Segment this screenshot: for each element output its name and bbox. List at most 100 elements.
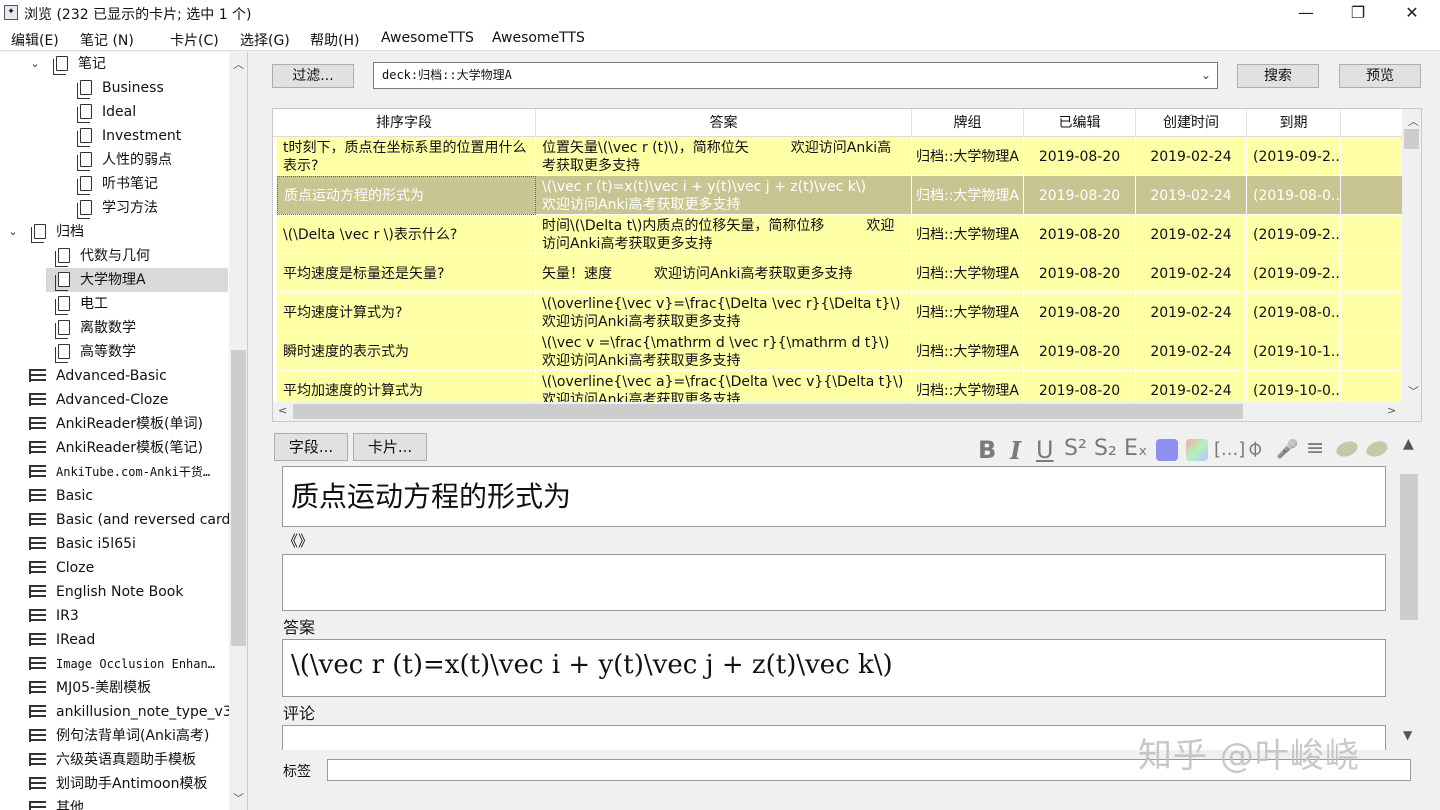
- text-color-icon[interactable]: [1156, 439, 1178, 461]
- cell-created: 2019-02-24: [1136, 176, 1247, 215]
- note-type-item[interactable]: Basic i5l65i: [29, 532, 136, 556]
- search-input[interactable]: deck:归档::大学物理A ⌄: [373, 62, 1218, 89]
- tree-item-learning[interactable]: 学习方法: [77, 196, 158, 220]
- note-type-item[interactable]: IRead: [29, 628, 95, 652]
- tree-item-calculus[interactable]: 高等数学: [55, 340, 136, 364]
- scroll-down-icon[interactable]: ﹀: [233, 790, 244, 806]
- note-type-item[interactable]: 划词助手Antimoon模板: [29, 772, 207, 796]
- answer-field[interactable]: \(\vec r (t)=x(t)\vec i + y(t)\vec j + z…: [282, 639, 1386, 697]
- maximize-button[interactable]: ❐: [1338, 2, 1378, 24]
- table-row[interactable]: 平均速度是标量还是矢量? 矢量！速度 欢迎访问Anki高考获取更多支持 归档::大学…: [277, 254, 1403, 293]
- note-type-item[interactable]: AnkiTube.com-Anki干货…: [29, 460, 210, 484]
- deck-icon: [31, 224, 46, 243]
- collapse-arrow-icon[interactable]: ⌄: [28, 52, 42, 76]
- note-type-item[interactable]: AnkiReader模板(笔记): [29, 436, 203, 460]
- column-sort-field[interactable]: 排序字段: [273, 109, 536, 137]
- scroll-right-icon[interactable]: >: [1387, 404, 1396, 417]
- more-icon[interactable]: ≡: [1306, 436, 1324, 461]
- collapse-arrow-icon[interactable]: ⌄: [6, 220, 20, 244]
- tree-item-ideal[interactable]: Ideal: [77, 100, 136, 124]
- note-type-item[interactable]: IR3: [29, 604, 79, 628]
- note-type-item[interactable]: Cloze: [29, 556, 94, 580]
- chevron-down-icon[interactable]: ⌄: [1201, 63, 1211, 88]
- tree-item-investment[interactable]: Investment: [77, 124, 181, 148]
- tree-item-business[interactable]: Business: [77, 76, 164, 100]
- subscript-icon[interactable]: S₂: [1094, 436, 1117, 461]
- menu-select[interactable]: 选择(G): [240, 30, 290, 50]
- menu-note[interactable]: 笔记 (N): [80, 30, 134, 50]
- clear-format-icon[interactable]: Eₓ: [1124, 436, 1148, 461]
- tree-item-weakness[interactable]: 人性的弱点: [77, 148, 172, 172]
- note-type-item[interactable]: Image Occlusion Enhan…: [29, 652, 215, 676]
- underline-icon[interactable]: U: [1036, 436, 1054, 464]
- minimize-button[interactable]: —: [1286, 2, 1326, 24]
- table-row[interactable]: t时刻下，质点在坐标系里的位置用什么表示? 位置矢量\(\vec r (t)\)，…: [277, 137, 1403, 176]
- note-type-item[interactable]: 例句法背单词(Anki高考): [29, 724, 209, 748]
- collapse-up-icon[interactable]: ▲: [1403, 436, 1414, 452]
- tree-item-discrete-math[interactable]: 离散数学: [55, 316, 136, 340]
- column-due[interactable]: 到期: [1247, 109, 1341, 137]
- superscript-icon[interactable]: S²: [1064, 436, 1087, 461]
- column-edited[interactable]: 已编辑: [1024, 109, 1136, 137]
- tree-item-algebra[interactable]: 代数与几何: [55, 244, 150, 268]
- deck-icon: [77, 104, 92, 123]
- menu-awesometts-1[interactable]: AwesomeTTS: [381, 30, 474, 46]
- preview-button[interactable]: 预览: [1339, 64, 1421, 88]
- column-answer[interactable]: 答案: [536, 109, 912, 137]
- note-type-item[interactable]: ankillusion_note_type_v3: [29, 700, 232, 724]
- cell-empty: [1341, 176, 1403, 215]
- note-type-item[interactable]: Advanced-Basic: [29, 364, 167, 388]
- tree-item-audiobook[interactable]: 听书笔记: [77, 172, 158, 196]
- note-type-item[interactable]: Basic: [29, 484, 93, 508]
- note-type-icon: [29, 609, 46, 622]
- note-type-item[interactable]: Basic (and reversed card): [29, 508, 236, 532]
- table-row[interactable]: 质点运动方程的形式为 \(\vec r (t)=x(t)\vec i + y(t)…: [277, 176, 1403, 215]
- cloze-icon[interactable]: [...]: [1214, 439, 1245, 460]
- cell-due: (2019-09-2...: [1247, 215, 1341, 254]
- fields-button[interactable]: 字段...: [274, 433, 348, 461]
- filter-button[interactable]: 过滤...: [272, 64, 354, 88]
- menu-edit[interactable]: 编辑(E): [11, 30, 59, 50]
- scroll-down-icon[interactable]: ﹀: [1408, 383, 1419, 399]
- tts-icon-2[interactable]: [1364, 438, 1390, 460]
- table-row[interactable]: 平均速度计算式为? \(\overline{\vec v}=\frac{\Delt…: [277, 293, 1403, 332]
- note-type-item[interactable]: AnkiReader模板(单词): [29, 412, 203, 436]
- note-type-item[interactable]: 其他: [29, 796, 84, 810]
- column-deck[interactable]: 牌组: [912, 109, 1024, 137]
- cell-due: (2019-08-0...: [1247, 293, 1341, 332]
- tree-item-physics[interactable]: 大学物理A: [46, 268, 228, 292]
- italic-icon[interactable]: I: [1010, 436, 1021, 465]
- cell-due: (2019-09-2...: [1247, 254, 1341, 293]
- highlight-color-icon[interactable]: [1186, 439, 1208, 461]
- record-icon[interactable]: 🎤: [1276, 439, 1298, 460]
- table-vertical-scrollbar[interactable]: [1402, 109, 1421, 403]
- front-field[interactable]: 质点运动方程的形式为: [282, 466, 1386, 527]
- tree-notes-group[interactable]: ⌄ 笔记: [28, 52, 106, 76]
- note-type-item[interactable]: MJ05-美剧模板: [29, 676, 151, 700]
- menu-card[interactable]: 卡片(C): [170, 30, 219, 50]
- editor-scrollbar[interactable]: [1398, 466, 1420, 750]
- note-type-icon: [29, 777, 46, 790]
- tree-archive-group[interactable]: ⌄ 归档: [6, 220, 84, 244]
- bold-icon[interactable]: B: [978, 436, 996, 464]
- search-button[interactable]: 搜索: [1237, 64, 1319, 88]
- cards-button[interactable]: 卡片...: [353, 433, 427, 461]
- note-type-item[interactable]: 六级英语真题助手模板: [29, 748, 196, 772]
- scroll-up-icon[interactable]: ︿: [233, 56, 244, 72]
- field-2-input[interactable]: [282, 554, 1386, 611]
- scroll-up-icon[interactable]: ︿: [1408, 113, 1419, 129]
- table-row[interactable]: 瞬时速度的表示式为 \(\vec v =\frac{\mathrm d \vec …: [277, 332, 1403, 371]
- note-type-item[interactable]: Advanced-Cloze: [29, 388, 168, 412]
- scroll-down-icon[interactable]: ▼: [1403, 728, 1412, 742]
- tts-icon[interactable]: [1334, 438, 1360, 460]
- menu-help[interactable]: 帮助(H): [310, 30, 359, 50]
- scroll-left-icon[interactable]: <: [278, 404, 287, 417]
- sidebar-scroll-thumb[interactable]: [231, 350, 246, 646]
- deck-icon: [55, 296, 70, 315]
- note-type-item[interactable]: English Note Book: [29, 580, 183, 604]
- table-row[interactable]: \(\Delta \vec r \)表示什么? 时间\(\Delta t\)内质点…: [277, 215, 1403, 254]
- table-horizontal-scrollbar[interactable]: [273, 402, 1421, 421]
- tree-item-electrical[interactable]: 电工: [55, 292, 108, 316]
- menu-awesometts-2[interactable]: AwesomeTTS: [492, 30, 585, 46]
- close-button[interactable]: ✕: [1392, 2, 1432, 24]
